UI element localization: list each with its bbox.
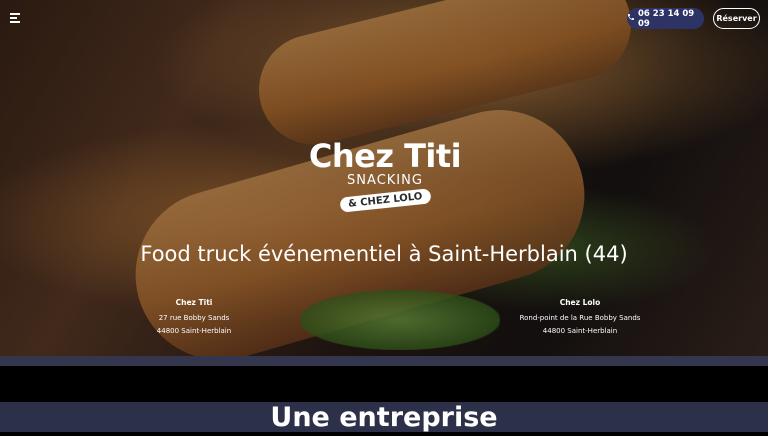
location-address-line2: 44800 Saint-Herblain [542, 327, 618, 335]
brand-logo[interactable]: Chez Titi SNACKING & CHEZ LOLO [300, 137, 470, 213]
hero-headline: Food truck événementiel à Saint-Herblain… [140, 242, 628, 266]
reserve-button[interactable]: Réserver [713, 8, 760, 29]
phone-button[interactable]: 06 23 14 09 09 [627, 8, 704, 29]
location-address-line1: 27 rue Bobby Sands [158, 314, 230, 322]
location-name: Chez Lolo [559, 298, 601, 307]
location-name: Chez Titi [175, 298, 213, 307]
divider-band [0, 356, 768, 366]
section-title: Une entreprise [270, 402, 498, 433]
location-chez-lolo: Chez Lolo Rond-point de la Rue Bobby San… [485, 296, 675, 338]
hero-section: 06 23 14 09 09 Réserver Chez Titi SNACKI… [0, 0, 768, 356]
location-address-line2: 44800 Saint-Herblain [156, 327, 232, 335]
phone-label: 06 23 14 09 09 [638, 8, 695, 29]
divider-black [0, 366, 768, 402]
logo-title: Chez Titi [308, 137, 462, 175]
logo-subtitle: SNACKING [347, 173, 423, 188]
phone-icon [627, 13, 635, 24]
menu-icon[interactable] [10, 13, 22, 23]
location-address-line1: Rond-point de la Rue Bobby Sands [519, 314, 641, 322]
location-chez-titi: Chez Titi 27 rue Bobby Sands 44800 Saint… [99, 296, 289, 338]
